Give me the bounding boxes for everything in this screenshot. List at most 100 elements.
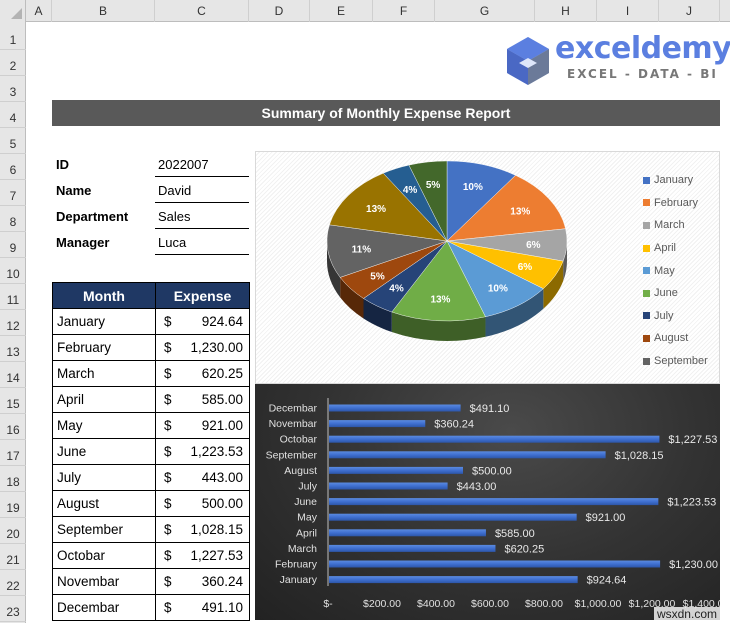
- month-cell[interactable]: August: [52, 490, 156, 517]
- x-tick-label: $1,000.00: [575, 598, 622, 610]
- row-header-12[interactable]: 12: [0, 310, 26, 336]
- bar-march[interactable]: [329, 544, 496, 552]
- expense-cell[interactable]: $1,028.15: [155, 516, 250, 543]
- expense-cell[interactable]: $924.64: [155, 308, 250, 335]
- column-header-j[interactable]: J: [659, 0, 720, 22]
- info-label-name: Name: [56, 183, 92, 198]
- bar-february[interactable]: [329, 560, 661, 568]
- expense-cell[interactable]: $443.00: [155, 464, 250, 491]
- expense-cell[interactable]: $1,230.00: [155, 334, 250, 361]
- row-header-1[interactable]: 1: [0, 24, 26, 50]
- expense-cell[interactable]: $360.24: [155, 568, 250, 595]
- column-header-i[interactable]: I: [597, 0, 659, 22]
- bar-june[interactable]: [329, 498, 659, 506]
- bar-decembar[interactable]: [329, 404, 461, 412]
- row-header-15[interactable]: 15: [0, 388, 26, 414]
- legend-item-february[interactable]: February: [643, 192, 708, 215]
- bar-may[interactable]: [329, 513, 577, 521]
- column-header-h[interactable]: H: [535, 0, 597, 22]
- row-header-11[interactable]: 11: [0, 284, 26, 310]
- bar-category-label-novembar: Novembar: [269, 418, 318, 430]
- bar-september[interactable]: [329, 451, 606, 459]
- legend-item-may[interactable]: May: [643, 259, 708, 282]
- select-all-button[interactable]: [0, 0, 26, 22]
- row-header-8[interactable]: 8: [0, 206, 26, 232]
- month-cell[interactable]: Decembar: [52, 594, 156, 621]
- expense-cell[interactable]: $500.00: [155, 490, 250, 517]
- month-cell[interactable]: May: [52, 412, 156, 439]
- row-header-21[interactable]: 21: [0, 544, 26, 570]
- month-cell[interactable]: July: [52, 464, 156, 491]
- bar-august[interactable]: [329, 466, 463, 474]
- row-header-13[interactable]: 13: [0, 336, 26, 362]
- expense-cell[interactable]: $585.00: [155, 386, 250, 413]
- row-header-22[interactable]: 22: [0, 570, 26, 596]
- month-cell[interactable]: September: [52, 516, 156, 543]
- info-label-id: ID: [56, 157, 69, 172]
- info-value-name[interactable]: David: [155, 178, 249, 203]
- row-header-17[interactable]: 17: [0, 440, 26, 466]
- row-header-20[interactable]: 20: [0, 518, 26, 544]
- bar-data-label-decembar: $491.10: [470, 403, 510, 415]
- logo-name: exceldemy: [555, 31, 730, 66]
- month-cell[interactable]: January: [52, 308, 156, 335]
- bar-novembar[interactable]: [329, 420, 426, 428]
- month-cell[interactable]: June: [52, 438, 156, 465]
- bar-january[interactable]: [329, 576, 578, 584]
- legend-item-april[interactable]: April: [643, 237, 708, 260]
- info-value-manager[interactable]: Luca: [155, 230, 249, 255]
- row-header-4[interactable]: 4: [0, 102, 26, 128]
- row-header-7[interactable]: 7: [0, 180, 26, 206]
- row-header-16[interactable]: 16: [0, 414, 26, 440]
- legend-item-june[interactable]: June: [643, 282, 708, 305]
- month-cell[interactable]: February: [52, 334, 156, 361]
- row-header-10[interactable]: 10: [0, 258, 26, 284]
- column-header-d[interactable]: D: [249, 0, 310, 22]
- table-row: May $921.00: [52, 412, 250, 439]
- bar-octobar[interactable]: [329, 435, 660, 443]
- header-month[interactable]: Month: [52, 282, 156, 309]
- bar-chart[interactable]: Decembar $491.10 Novembar $360.24 Octobar $1,…: [255, 384, 720, 620]
- expense-cell[interactable]: $491.10: [155, 594, 250, 621]
- info-value-id[interactable]: 2022007: [155, 152, 249, 177]
- row-header-23[interactable]: 23: [0, 596, 26, 622]
- pie-data-label-june: 13%: [430, 294, 450, 305]
- legend-item-january[interactable]: January: [643, 169, 708, 192]
- column-header-f[interactable]: F: [373, 0, 435, 22]
- legend-item-march[interactable]: March: [643, 214, 708, 237]
- row-header-3[interactable]: 3: [0, 76, 26, 102]
- month-cell[interactable]: Octobar: [52, 542, 156, 569]
- column-header-a[interactable]: A: [26, 0, 52, 22]
- bar-april[interactable]: [329, 529, 486, 537]
- legend-item-july[interactable]: July: [643, 305, 708, 328]
- info-value-department[interactable]: Sales: [155, 204, 249, 229]
- expense-amount: 1,230.00: [190, 340, 243, 355]
- column-header-e[interactable]: E: [310, 0, 373, 22]
- expense-amount: 360.24: [201, 574, 243, 589]
- expense-cell[interactable]: $1,227.53: [155, 542, 250, 569]
- row-header-14[interactable]: 14: [0, 362, 26, 388]
- row-header-2[interactable]: 2: [0, 50, 26, 76]
- row-header-5[interactable]: 5: [0, 128, 26, 154]
- row-header-19[interactable]: 19: [0, 492, 26, 518]
- legend-item-september[interactable]: September: [643, 350, 708, 373]
- row-header-18[interactable]: 18: [0, 466, 26, 492]
- row-header-6[interactable]: 6: [0, 154, 26, 180]
- header-expense[interactable]: Expense: [155, 282, 250, 309]
- expense-cell[interactable]: $921.00: [155, 412, 250, 439]
- expense-cell[interactable]: $620.25: [155, 360, 250, 387]
- column-header-c[interactable]: C: [155, 0, 249, 22]
- x-tick-label: $200.00: [363, 598, 401, 610]
- pie-chart[interactable]: 10% 13% 6% 6% 10% 13% 4% 5% 11% 13% 4% 5% January Fe…: [255, 151, 720, 384]
- pie-data-label-octobar: 13%: [366, 204, 386, 215]
- row-header-9[interactable]: 9: [0, 232, 26, 258]
- bar-july[interactable]: [329, 482, 448, 490]
- column-header-g[interactable]: G: [435, 0, 535, 22]
- legend-item-august[interactable]: August: [643, 327, 708, 350]
- column-header-b[interactable]: B: [52, 0, 155, 22]
- month-cell[interactable]: April: [52, 386, 156, 413]
- expense-cell[interactable]: $1,223.53: [155, 438, 250, 465]
- legend-swatch: [643, 289, 650, 297]
- month-cell[interactable]: March: [52, 360, 156, 387]
- month-cell[interactable]: Novembar: [52, 568, 156, 595]
